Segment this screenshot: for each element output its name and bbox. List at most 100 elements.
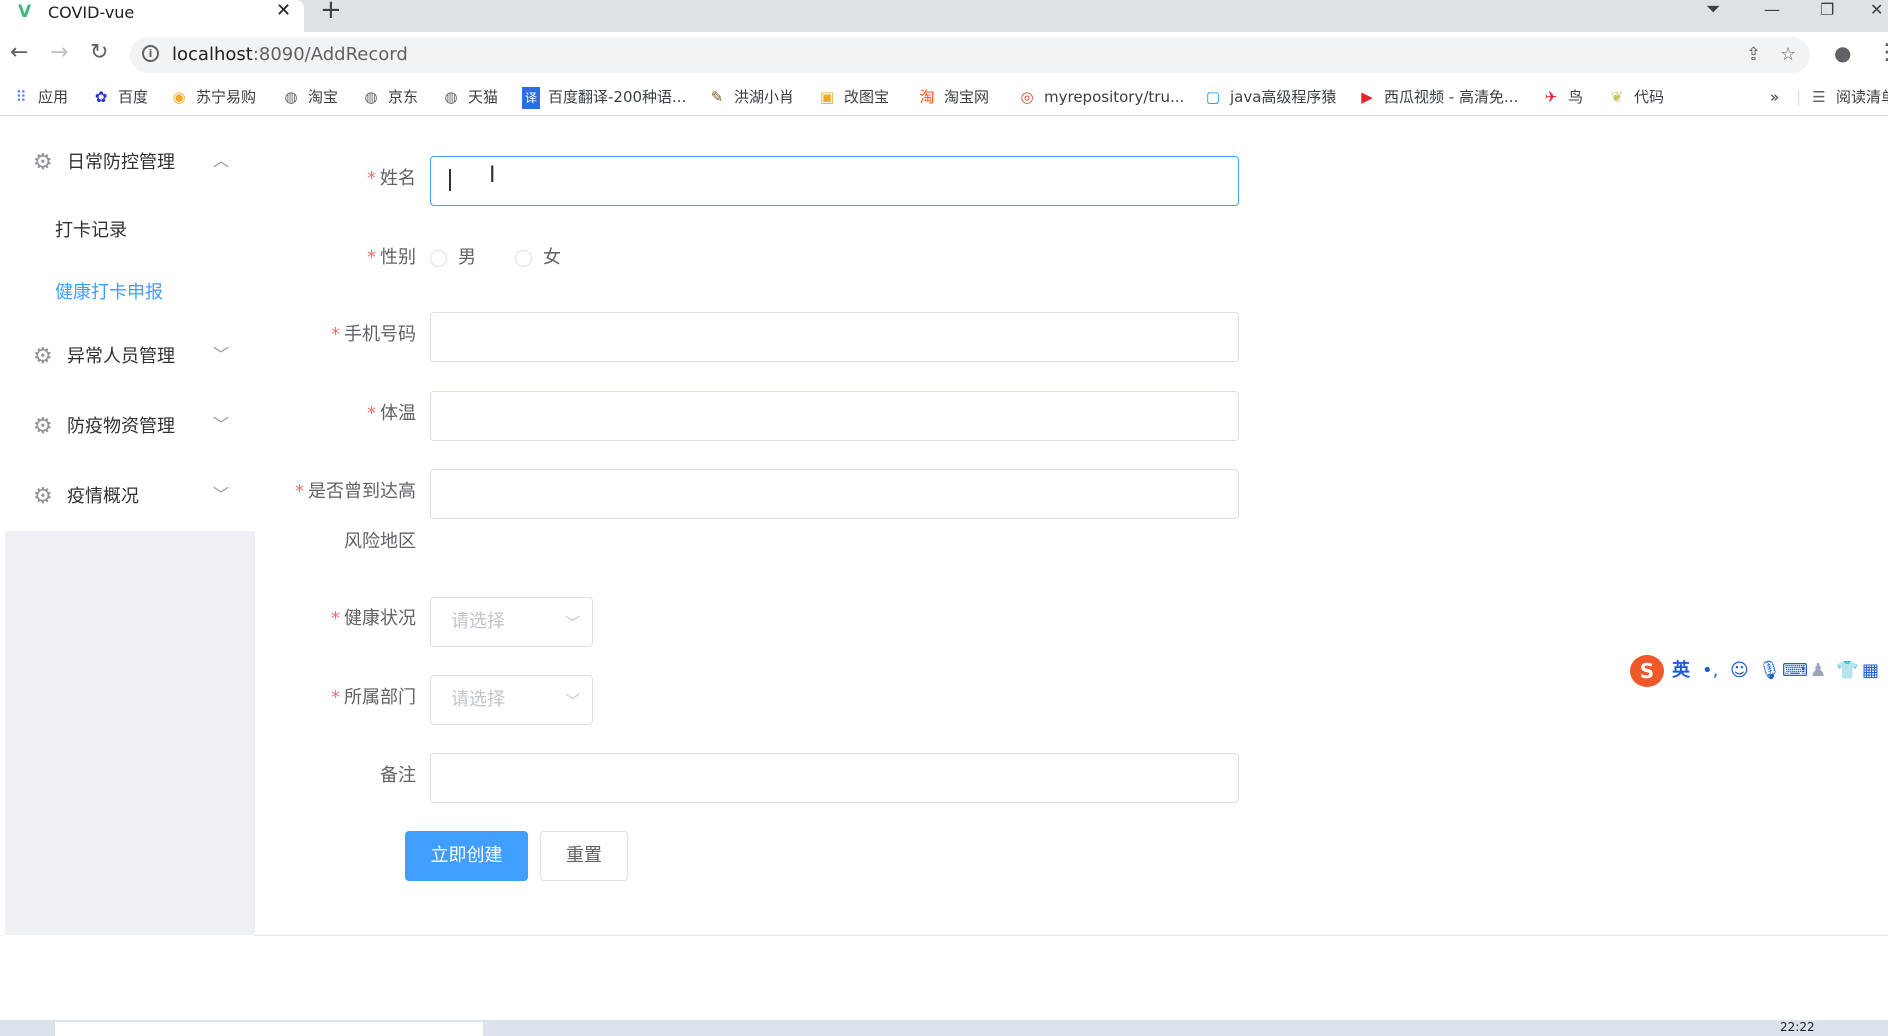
restore-icon[interactable]: ❐ (1820, 0, 1834, 20)
suning-lion-icon: ◉ (172, 88, 186, 106)
department-label: * 所属部门 (331, 686, 416, 710)
browser-tab[interactable]: V COVID-vue ✕ (0, 0, 304, 32)
back-icon[interactable]: ← (10, 41, 28, 65)
required-mark: * (331, 687, 340, 708)
sidebar-item-checkin-records[interactable]: 打卡记录 (55, 219, 127, 243)
reading-list[interactable]: ☰ 阅读清单 (1810, 86, 1888, 108)
high-risk-input[interactable] (430, 469, 1239, 519)
bookmark-item[interactable]: ▢ java高级程序猿 (1204, 86, 1337, 108)
bookmark-label: 淘宝 (308, 88, 339, 106)
sidebar-item-health-report[interactable]: 健康打卡申报 (55, 281, 163, 305)
sogou-logo-icon[interactable]: S (1630, 655, 1664, 687)
bookmark-item[interactable]: ◉ 苏宁易购 (170, 86, 256, 108)
keyboard-icon[interactable]: ⌨ (1782, 659, 1808, 683)
menu-label: 异常人员管理 (67, 346, 175, 367)
select-placeholder: 请选择 (451, 611, 505, 632)
ime-toolbar: S 英 •, ☺ 🎙 ⌨ ♟ 👕 ▦ (1630, 653, 1888, 689)
menu-label: 疫情概况 (67, 486, 139, 507)
taskbar-search-box[interactable] (55, 1022, 483, 1036)
health-status-select[interactable]: 请选择 ﹀ (430, 597, 593, 647)
bookmark-item[interactable]: ◎ myrepository/tru... (1018, 86, 1184, 108)
profile-icon[interactable]: ● (1834, 41, 1851, 65)
sidebar-menu-abnormal-staff[interactable]: ⚙ 异常人员管理 ﹀ (5, 331, 255, 387)
bookmark-star-icon[interactable]: ☆ (1780, 45, 1796, 65)
bookmark-item[interactable]: 译百度翻译-200种语... (522, 86, 687, 109)
punctuation-icon[interactable]: •, (1702, 659, 1718, 683)
microphone-icon[interactable]: 🎙 (1758, 659, 1781, 683)
sidebar-menu-daily-control[interactable]: ⚙ 日常防控管理 ︿ (5, 137, 255, 193)
bookmark-item[interactable]: ▶ 西瓜视频 - 高清免... (1358, 86, 1518, 108)
xigua-play-icon: ▶ (1361, 88, 1373, 106)
department-select[interactable]: 请选择 ﹀ (430, 675, 593, 725)
bookmark-label: 百度翻译-200种语... (548, 88, 687, 106)
bookmark-item[interactable]: 淘淘宝网 (918, 86, 989, 108)
name-input[interactable]: I (430, 156, 1239, 206)
bookmark-label: 京东 (388, 88, 419, 106)
bookmark-item[interactable]: ▣ 改图宝 (818, 86, 889, 108)
name-label: * 姓名 (367, 167, 416, 191)
forward-icon[interactable]: → (50, 41, 68, 65)
bookmark-item[interactable]: ◍ 京东 (362, 86, 418, 108)
reset-button[interactable]: 重置 (540, 831, 628, 881)
reload-icon[interactable]: ↻ (90, 41, 108, 65)
browser-tab-strip: V COVID-vue ✕ + ⏷ — ❐ ✕ (0, 0, 1888, 32)
bookmarks-divider: | (1796, 88, 1802, 106)
main-bottom-border (255, 935, 1888, 936)
taobao-icon: 淘 (919, 88, 935, 106)
submit-button[interactable]: 立即创建 (405, 831, 528, 881)
bookmark-item[interactable]: ◍ 淘宝 (282, 86, 338, 108)
chevron-down-icon: ﹀ (213, 345, 230, 364)
menu-label: 防疫物资管理 (67, 416, 175, 437)
site-info-icon[interactable]: i (142, 45, 159, 62)
address-bar[interactable]: i localhost:8090/AddRecord ⇪ ☆ (130, 37, 1810, 73)
bookmark-item[interactable]: ❦ 代码 (1608, 86, 1664, 108)
bookmark-label: 洪湖小肖 (734, 88, 795, 106)
tab-search-icon[interactable]: ⏷ (1706, 0, 1720, 20)
user-icon[interactable]: ♟ (1810, 659, 1826, 683)
baidu-paw-icon: ✿ (94, 88, 108, 106)
skin-shirt-icon[interactable]: 👕 (1836, 659, 1858, 683)
tab-close-icon[interactable]: ✕ (276, 1, 291, 21)
sidebar-menu-supplies[interactable]: ⚙ 防疫物资管理 ﹀ (5, 401, 255, 457)
gender-radio-female[interactable]: 女 (515, 246, 575, 270)
gear-icon: ⚙ (33, 484, 53, 509)
chrome-menu-icon[interactable]: ⋮ (1876, 41, 1888, 65)
bookmark-label: 应用 (38, 88, 69, 106)
remark-input[interactable] (430, 753, 1239, 803)
gear-icon: ⚙ (33, 150, 53, 175)
page-content: ⚙ 日常防控管理 ︿ 打卡记录 健康打卡申报 ⚙ 异常人员管理 ﹀ ⚙ 防疫物资… (0, 117, 1888, 1035)
radio-label: 女 (543, 247, 561, 268)
bookmark-item[interactable]: ✈ 鸟 (1542, 86, 1583, 108)
gender-radio-male[interactable]: 男 (430, 246, 490, 270)
phone-input[interactable] (430, 312, 1239, 362)
share-icon[interactable]: ⇪ (1746, 45, 1761, 65)
ime-mode-toggle[interactable]: 英 (1672, 659, 1690, 683)
remark-label: 备注 (380, 765, 416, 786)
sidebar-menu-epidemic-overview[interactable]: ⚙ 疫情概况 ﹀ (5, 471, 255, 527)
bookmark-label: 苏宁易购 (196, 88, 257, 106)
chrome-icon: ◎ (1020, 88, 1034, 106)
temperature-input[interactable] (430, 391, 1239, 441)
bookmark-label: myrepository/tru... (1044, 88, 1185, 106)
bookmark-item[interactable]: ✎ 洪湖小肖 (708, 86, 794, 108)
emoji-icon[interactable]: ☺ (1730, 659, 1749, 683)
minimize-icon[interactable]: — (1764, 0, 1780, 20)
new-tab-icon[interactable]: + (320, 0, 342, 23)
bookmark-label: 西瓜视频 - 高清免... (1384, 88, 1519, 106)
window-close-icon[interactable]: ✕ (1870, 0, 1883, 20)
radio-circle (430, 250, 447, 267)
label-text: 健康状况 (344, 608, 416, 629)
bookmark-item[interactable]: ◍ 天猫 (442, 86, 498, 108)
bookmark-item[interactable]: ✿ 百度 (92, 86, 148, 108)
bookmarks-more-icon[interactable]: » (1770, 86, 1779, 108)
toolbox-grid-icon[interactable]: ▦ (1862, 659, 1879, 683)
required-mark: * (367, 247, 376, 268)
url-path: :8090/AddRecord (252, 44, 408, 65)
vue-favicon-icon: V (18, 2, 32, 22)
label-text: 是否曾到达高 (308, 481, 416, 502)
radio-label: 男 (458, 247, 476, 268)
globe-icon: ◍ (284, 88, 298, 106)
bilibili-tv-icon: ▢ (1205, 88, 1221, 106)
chevron-up-icon: ︿ (213, 151, 230, 170)
bookmark-item[interactable]: ⠿ 应用 (12, 86, 69, 108)
